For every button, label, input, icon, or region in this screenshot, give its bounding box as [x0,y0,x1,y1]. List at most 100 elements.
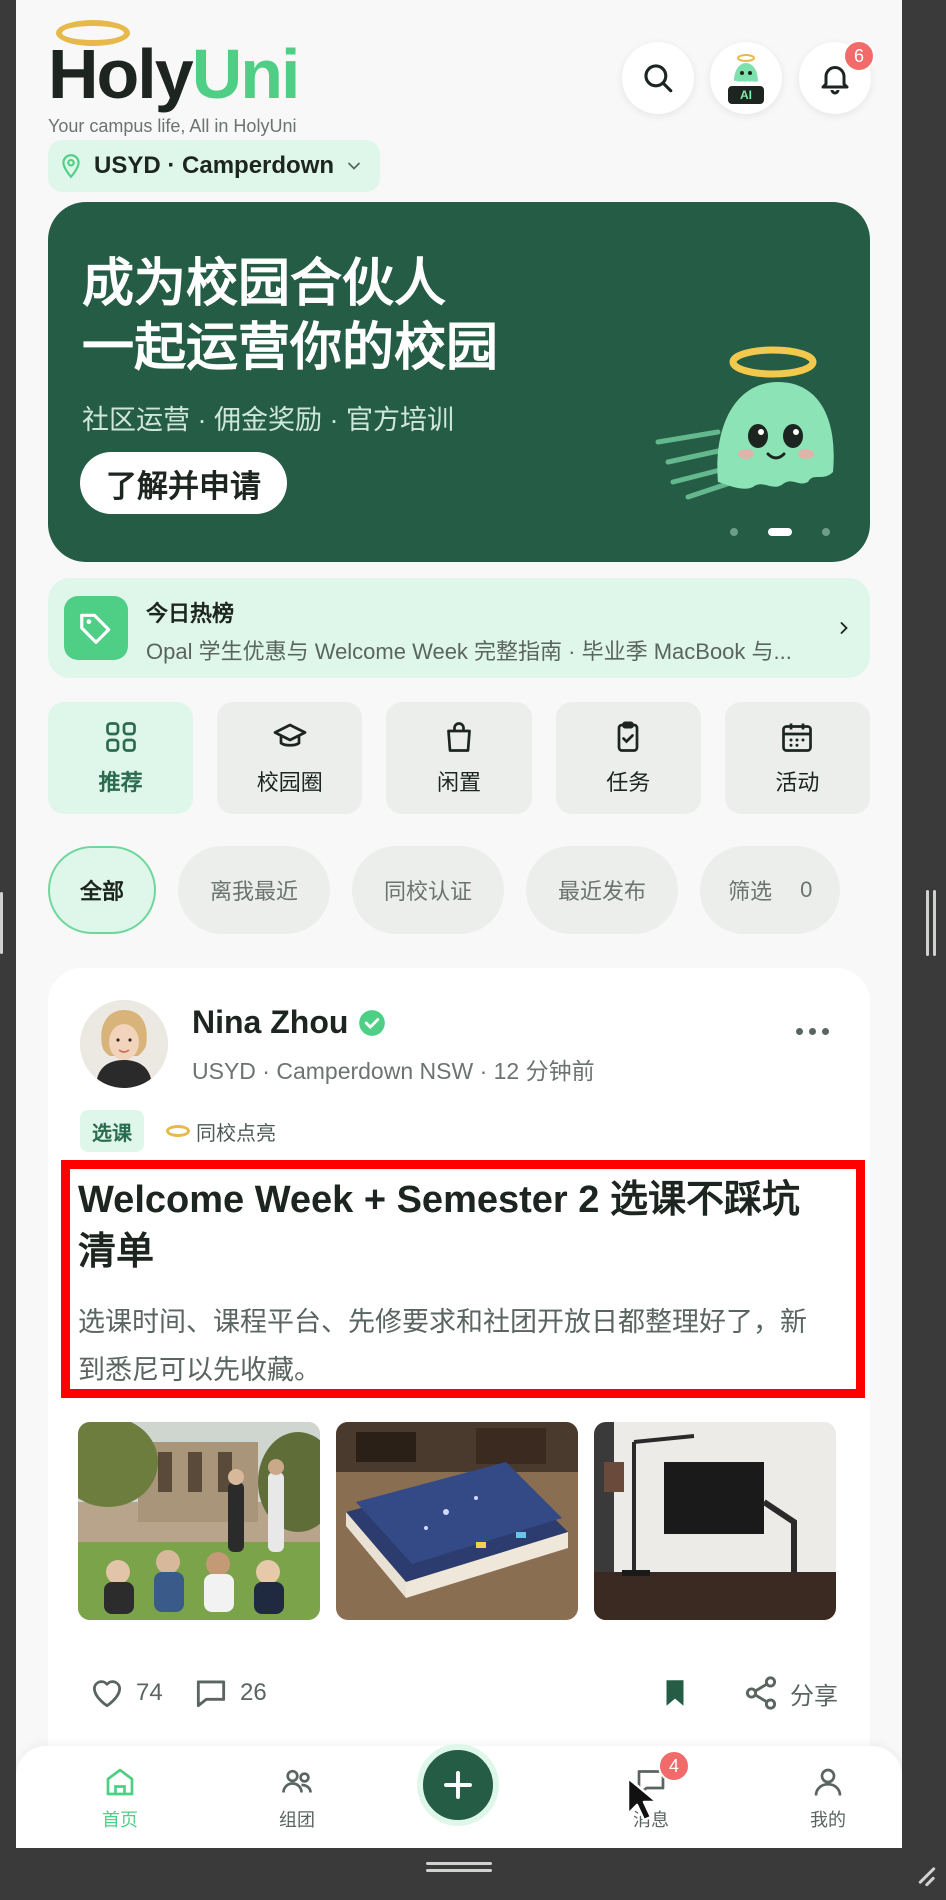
heart-icon [92,1680,122,1708]
filter-verified[interactable]: 同校认证 [352,846,505,934]
graduation-cap-icon [273,723,307,747]
tab-home[interactable]: 首页 [75,1764,165,1832]
avatar-image [80,1000,168,1088]
post-photos [78,1422,836,1620]
photo-desk[interactable] [594,1422,836,1620]
dot [809,1028,816,1035]
same-school-label: 同校点亮 [196,1122,276,1145]
apply-button[interactable]: 了解并申请 [80,452,287,514]
bookmark-icon [666,1680,684,1706]
category-secondhand[interactable]: 闲置 [386,702,532,814]
calendar-icon [782,723,813,752]
brand-holy: Holy [48,35,194,113]
photo-students[interactable] [78,1422,320,1620]
holyuni-logo: HolyUni [48,14,328,124]
author-name[interactable]: Nina Zhou [192,1004,386,1041]
same-school-badge: 同校点亮 [166,1110,276,1152]
share-label: 分享 [790,1682,838,1710]
students-lawn-image [78,1422,320,1620]
banner-title: 成为校园合伙人 一起运营你的校园 [82,252,498,380]
campus-label: USYD · Camperdown [94,152,335,179]
banner-subtitle: 社区运营 · 佣金奖励 · 官方培训 [82,405,454,435]
course-tag[interactable]: 选课 [80,1110,144,1152]
category-label: 校园圈 [256,770,323,795]
bookmark-button[interactable] [658,1668,692,1718]
app-screen: HolyUni Your campus life, All in HolyUni… [16,0,902,1848]
trending-title: 今日热榜 [146,601,235,626]
category-recommend[interactable]: 推荐 [48,702,194,814]
chevron-down-icon [348,162,360,170]
post-actions: 74 26 分享 [88,1668,848,1718]
corner-resize-handle[interactable] [916,1864,938,1887]
carousel-dots[interactable] [730,528,830,536]
desk-setup-image [594,1422,836,1620]
user-icon [814,1768,842,1796]
partner-banner[interactable]: 成为校园合伙人 一起运营你的校园 社区运营 · 佣金奖励 · 官方培训 了解并申请 [48,202,870,562]
more-options-button[interactable] [796,1028,830,1038]
category-label: 任务 [606,770,651,795]
filter-nearby[interactable]: 离我最近 [178,846,331,934]
tab-me-label: 我的 [810,1810,846,1830]
filter-count: 0 [800,877,813,902]
tag-icon [80,613,111,644]
trending-bar[interactable]: 今日热榜 Opal 学生优惠与 Welcome Week 完整指南 · 毕业季 … [48,578,870,678]
users-icon [282,1769,312,1793]
tagline: Your campus life, All in HolyUni [48,116,297,136]
notification-badge: 6 [843,40,875,72]
clipboard-check-icon [617,721,639,752]
halo-icon [166,1125,190,1137]
filter-chips: 全部 离我最近 同校认证 最近发布 筛选 0 [48,846,841,934]
category-label: 活动 [775,770,820,795]
filter-all[interactable]: 全部 [48,846,157,934]
carousel-dot-active[interactable] [768,528,792,536]
highlight-box [61,1160,865,1398]
filter-more[interactable]: 筛选 0 [700,846,841,934]
share-button[interactable]: 分享 [742,1668,838,1718]
chevron-right-icon [840,622,848,634]
bottom-resize-handle[interactable] [426,1862,492,1872]
right-resize-handle[interactable] [926,890,936,956]
author-name-text: Nina Zhou [192,1004,349,1040]
home-icon [106,1768,134,1796]
ghost-mascot-icon [655,346,834,500]
device-frame: HolyUni Your campus life, All in HolyUni… [0,0,946,1900]
tab-me[interactable]: 我的 [783,1764,873,1832]
brand-uni: Uni [191,35,301,113]
plus-icon [444,1771,472,1799]
category-label: 闲置 [437,770,482,795]
comment-button[interactable]: 26 [192,1668,267,1718]
verified-badge-icon [359,1009,386,1036]
tab-groups-label: 组团 [279,1810,315,1830]
dot [822,1028,829,1035]
category-tabs: 推荐 校园圈 闲置 任务 活动 [48,702,871,814]
campus-selector[interactable]: USYD · Camperdown [48,140,381,192]
mouse-cursor-icon [626,1776,659,1822]
like-button[interactable]: 74 [88,1668,163,1718]
left-resize-handle[interactable] [0,892,3,954]
banner-title-line1: 成为校园合伙人 [82,255,447,313]
notebooks-image [336,1422,578,1620]
dot [796,1028,803,1035]
search-button[interactable] [622,42,694,114]
avatar[interactable] [80,1000,168,1088]
filter-recent[interactable]: 最近发布 [526,846,679,934]
like-count: 74 [136,1679,163,1706]
tab-groups[interactable]: 组团 [252,1764,342,1832]
photo-notebooks[interactable] [336,1422,578,1620]
share-icon [745,1676,777,1710]
grid-icon [105,722,136,752]
category-campus[interactable]: 校园圈 [217,702,363,814]
shopping-bag-icon [447,722,471,752]
banner-title-line2: 一起运营你的校园 [82,319,499,377]
category-events[interactable]: 活动 [724,702,871,814]
post-card[interactable]: Nina Zhou USYD · Camperdown NSW · 12 分钟前… [48,968,870,1848]
notifications-button[interactable]: 6 [799,40,875,114]
category-tasks[interactable]: 任务 [555,702,701,814]
create-post-button[interactable] [417,1744,499,1826]
carousel-dot[interactable] [730,528,738,536]
filter-more-label: 筛选 [728,879,773,904]
ai-assistant-button[interactable]: AI [710,42,782,114]
search-icon [644,64,673,93]
carousel-dot[interactable] [822,528,830,536]
comment-icon [196,1680,226,1708]
